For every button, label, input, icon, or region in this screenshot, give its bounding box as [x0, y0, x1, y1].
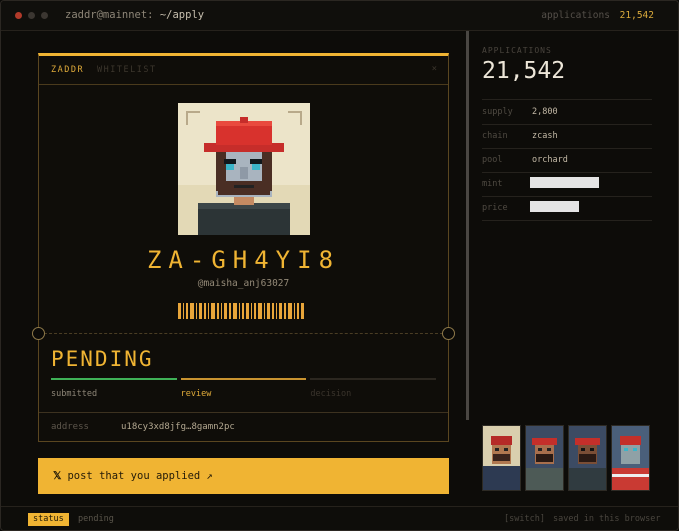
gallery-thumbnail[interactable]: [482, 425, 521, 491]
post-applied-button[interactable]: 𝕏post that you applied ↗: [38, 458, 449, 494]
panel-row-chain: chain zcash: [482, 131, 652, 155]
step-label: submitted: [51, 389, 98, 399]
scrollbar[interactable]: [466, 31, 469, 420]
row-key: price: [482, 203, 508, 213]
step-review: review: [180, 378, 307, 402]
row-value: orchard: [532, 155, 568, 165]
step-bar: [310, 378, 437, 380]
status-text: pending: [78, 514, 114, 524]
title-counter-label: applications: [541, 10, 610, 21]
row-key: mint: [482, 179, 503, 189]
window-path: ~/apply: [159, 9, 205, 21]
external-link-icon: ↗: [206, 470, 213, 482]
step-bar: [180, 378, 307, 380]
step-submitted: submitted: [51, 378, 177, 402]
close-icon[interactable]: ×: [432, 64, 437, 74]
avatar-portrait: [178, 117, 310, 235]
post-button-label: post that you applied: [67, 470, 201, 482]
pixel-avatar: [178, 103, 310, 235]
tab-whitelist[interactable]: WHITELIST: [97, 65, 157, 75]
row-key: chain: [482, 131, 508, 141]
tab-zaddr[interactable]: ZADDR: [51, 65, 84, 75]
panel-separator: [482, 148, 652, 149]
step-label: review: [180, 389, 212, 399]
row-value: 2,800: [532, 107, 558, 117]
avatar-gallery: [482, 425, 650, 491]
close-window-dot[interactable]: [15, 12, 22, 19]
card-tabs: ZADDR WHITELIST ×: [39, 56, 448, 85]
maximize-window-dot[interactable]: [41, 12, 48, 19]
row-key: pool: [482, 155, 503, 165]
window-controls: [15, 12, 48, 19]
panel-separator: [482, 172, 652, 173]
panel-separator: [482, 220, 652, 221]
step-decision: decision: [310, 378, 437, 402]
address-label: address: [51, 422, 89, 432]
panel-row-pool: pool orchard: [482, 155, 652, 179]
address-value[interactable]: u18cy3xd8jfg…8gamn2pc: [121, 422, 235, 432]
user-host: zaddr@mainnet:: [65, 9, 154, 21]
gallery-thumbnail[interactable]: [568, 425, 607, 491]
app-window: zaddr@mainnet: ~/apply applications 21,5…: [0, 0, 679, 531]
application-status: PENDING: [51, 347, 154, 371]
step-label: decision: [310, 389, 352, 399]
redacted-value: [530, 177, 599, 188]
panel-separator: [482, 124, 652, 125]
switch-link[interactable]: [switch]: [504, 514, 545, 524]
title-counter-value: 21,542: [619, 10, 654, 21]
panel-label: APPLICATIONS: [482, 46, 552, 55]
ticket-notch-right: [442, 327, 455, 340]
saved-note: saved in this browser: [553, 514, 661, 524]
barcode: [178, 303, 310, 319]
panel-total: 21,542: [482, 58, 566, 84]
status-bar: status pending [switch] saved in this br…: [1, 506, 678, 530]
title-counter: applications 21,542: [541, 10, 654, 21]
row-value: zcash: [532, 131, 558, 141]
row-key: supply: [482, 107, 513, 117]
application-card: ZADDR WHITELIST × ZA-GH4YI8 @maisha_anj6…: [32, 53, 455, 442]
redacted-value: [530, 201, 579, 212]
panel-row-mint: mint: [482, 177, 652, 203]
step-bar: [51, 378, 177, 380]
address-row: address u18cy3xd8jfg…8gamn2pc: [39, 412, 448, 442]
progress-steps: submitted review decision: [51, 378, 437, 402]
panel-row-price: price: [482, 201, 652, 227]
user-handle: @maisha_anj63027: [197, 278, 290, 289]
panel-row-supply: supply 2,800: [482, 107, 652, 131]
perforation-divider: [39, 333, 448, 334]
status-badge: status: [28, 513, 69, 526]
gallery-thumbnail[interactable]: [525, 425, 564, 491]
minimize-window-dot[interactable]: [28, 12, 35, 19]
gallery-thumbnail[interactable]: [611, 425, 650, 491]
x-logo-icon: 𝕏: [53, 470, 62, 482]
panel-separator: [482, 99, 652, 100]
title-bar: zaddr@mainnet: ~/apply applications 21,5…: [1, 1, 678, 31]
window-title: zaddr@mainnet: ~/apply: [65, 9, 204, 21]
application-code: ZA-GH4YI8: [146, 246, 341, 274]
panel-separator: [482, 196, 652, 197]
ticket-notch-left: [32, 327, 45, 340]
